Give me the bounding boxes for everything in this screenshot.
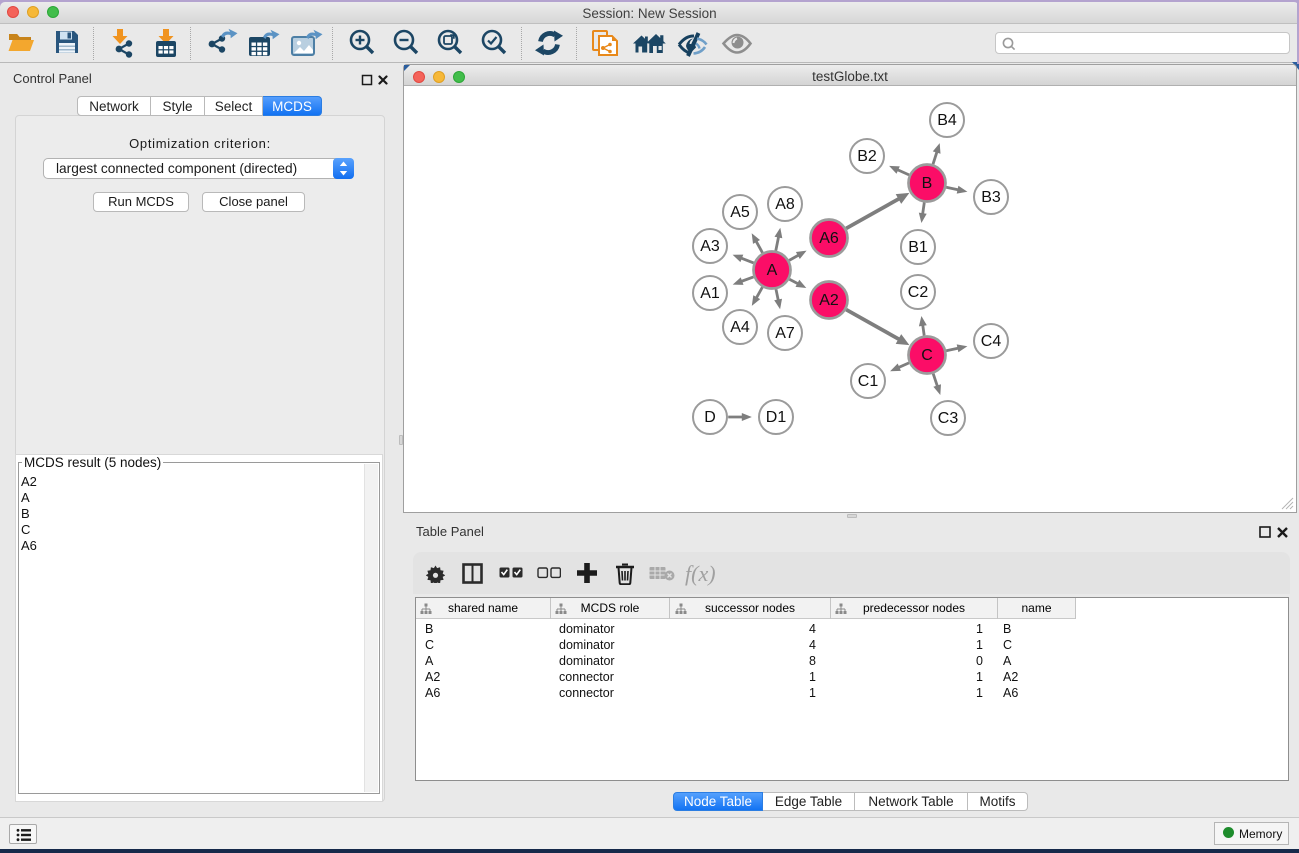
svg-text:C1: C1: [858, 373, 879, 390]
svg-text:A8: A8: [775, 196, 795, 213]
svg-text:B1: B1: [908, 239, 928, 256]
svg-text:C4: C4: [981, 333, 1002, 350]
svg-text:B: B: [922, 175, 933, 192]
svg-text:B2: B2: [857, 148, 877, 165]
svg-text:A1: A1: [700, 285, 720, 302]
svg-text:A3: A3: [700, 238, 720, 255]
svg-text:B3: B3: [981, 189, 1001, 206]
svg-text:A5: A5: [730, 204, 750, 221]
svg-text:A7: A7: [775, 325, 795, 342]
svg-text:A6: A6: [819, 230, 839, 247]
svg-text:D: D: [704, 409, 716, 426]
svg-text:D1: D1: [766, 409, 787, 426]
svg-text:C: C: [921, 347, 933, 364]
svg-text:A2: A2: [819, 292, 839, 309]
svg-text:B4: B4: [937, 112, 957, 129]
svg-text:C2: C2: [908, 284, 929, 301]
svg-text:A: A: [767, 262, 778, 279]
svg-text:A4: A4: [730, 319, 750, 336]
svg-text:C3: C3: [938, 410, 959, 427]
